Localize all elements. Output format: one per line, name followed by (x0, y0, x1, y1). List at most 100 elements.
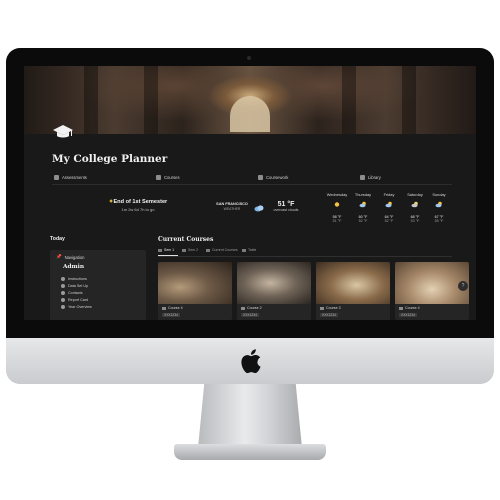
apple-logo-icon (241, 349, 261, 374)
moon-cloud-icon (411, 201, 418, 208)
course-page-icon (162, 306, 166, 310)
forecast-low: 51 °F (332, 219, 342, 223)
course-name: Course 4 (399, 306, 420, 310)
forecast-day-name: Friday (383, 192, 395, 197)
link-label: Report Card (68, 298, 89, 302)
gallery-icon (206, 248, 210, 252)
cloud-sun-icon (385, 201, 392, 208)
semester-countdown-widget: ✦End of 1st Semester 1m 2w 6d 7h to go (98, 199, 178, 212)
tab-current-courses[interactable]: Current Courses (206, 248, 238, 252)
database-icon (61, 284, 65, 288)
link-label: Data Set Up (68, 284, 89, 288)
tab-sem-2[interactable]: Sem 2 (182, 248, 198, 252)
tab-label: Table (248, 248, 257, 252)
course-name: Course 2 (241, 306, 262, 310)
forecast-low: 55 °F (434, 219, 444, 223)
table-icon (242, 248, 246, 252)
course-code-tag: XXX1234 (320, 313, 338, 317)
cloud-sun-icon (359, 201, 366, 208)
forecast-day-name: Wednesday (326, 192, 348, 197)
current-condition: overcast clouds (273, 208, 299, 212)
link-label: Contacts (68, 291, 83, 295)
top-navigation: Assessments Courses Coursework Library (52, 175, 452, 185)
course-name: Course 3 (320, 306, 341, 310)
link-data-set-up[interactable]: Data Set Up (61, 284, 88, 288)
current-courses-section: Current Courses Sem 1 Sem 2 Current Cour… (158, 236, 469, 320)
course-cover-image (158, 262, 232, 304)
link-report-card[interactable]: Report Card (61, 298, 88, 302)
link-label: Instructions (68, 277, 87, 281)
cloud-sun-icon (435, 201, 442, 208)
monitor-stand (198, 384, 302, 448)
navigation-label: Navigation (64, 254, 85, 260)
courses-icon (156, 175, 161, 180)
forecast-low: 53 °F (410, 219, 420, 223)
cover-pillar (84, 66, 98, 134)
forecast-day: Sunday 67 °F 55 °F (426, 192, 452, 223)
cloud-icon (254, 205, 264, 212)
current-weather: 51 °F overcast clouds (268, 201, 304, 212)
calendar-icon (61, 305, 65, 309)
info-icon (61, 277, 65, 281)
tab-label: Sem 2 (188, 248, 199, 252)
current-temp: 51 °F (277, 201, 295, 208)
active-tab-indicator (158, 255, 178, 256)
weather-widget: SAN FRANCISCO WEATHER 51 °F overcast clo… (212, 192, 452, 228)
forecast-low: 52 °F (358, 219, 368, 223)
forecast-day: Friday 64 °F 52 °F (376, 192, 402, 223)
course-name-text: Course 4 (405, 306, 420, 310)
phone-icon (61, 291, 65, 295)
link-year-overview[interactable]: Year Overview (61, 305, 92, 309)
forecast-day-name: Thursday (354, 192, 372, 197)
course-page-icon (320, 306, 324, 310)
nav-item-courses[interactable]: Courses (156, 175, 180, 180)
sun-icon (334, 202, 340, 207)
cover-image (24, 66, 476, 134)
course-cover-image (237, 262, 311, 304)
tab-table[interactable]: Table (242, 248, 256, 252)
course-page-icon (241, 306, 245, 310)
cover-pillar (402, 66, 416, 134)
course-card[interactable]: Course 2 XXX1234 (237, 262, 311, 320)
help-button[interactable]: ? (458, 281, 468, 291)
navigation-toggle[interactable]: 📌 Navigation (56, 254, 84, 260)
course-code-tag: XXX1234 (241, 313, 259, 317)
countdown-remaining: 1m 2w 6d 7h to go (121, 207, 155, 212)
link-instructions[interactable]: Instructions (61, 277, 87, 281)
forecast-day-name: Saturday (407, 192, 423, 197)
nav-item-library[interactable]: Library (360, 175, 381, 180)
nav-item-label: Library (368, 175, 381, 180)
tab-sem-1[interactable]: Sem 1 (158, 248, 174, 252)
nav-item-coursework[interactable]: Coursework (258, 175, 288, 180)
pin-icon: 📌 (56, 254, 62, 259)
weather-city: SAN FRANCISCO (216, 202, 248, 206)
cover-arch-window (230, 96, 270, 132)
countdown-title-text: End of 1st Semester (113, 199, 168, 205)
course-card[interactable]: Course 4 XXX1234 (158, 262, 232, 320)
tab-label: Current Courses (212, 248, 238, 252)
library-icon (360, 175, 365, 180)
nav-item-assessments[interactable]: Assessments (54, 175, 87, 180)
nav-item-label: Courses (164, 175, 180, 180)
coursework-icon (258, 175, 263, 180)
camera-dot (247, 56, 251, 60)
view-tabs: Sem 1 Sem 2 Current Courses Table (158, 248, 452, 257)
link-label: Year Overview (68, 305, 92, 309)
course-page-icon (399, 306, 403, 310)
weather-location: SAN FRANCISCO WEATHER (212, 202, 252, 211)
cover-pillar (342, 66, 356, 134)
report-icon (61, 298, 65, 302)
monitor-base (174, 444, 326, 460)
link-contacts[interactable]: Contacts (61, 291, 83, 295)
today-heading: Today (50, 236, 65, 242)
course-card[interactable]: Course 3 XXX1234 (316, 262, 390, 320)
course-card[interactable]: Course 4 XXX1234 (395, 262, 469, 320)
left-column: Today 📌 Navigation Admin Instructions Da… (50, 236, 146, 320)
divider (52, 184, 452, 185)
course-code-tag: XXX1234 (399, 313, 417, 317)
graduation-cap-icon[interactable] (52, 124, 74, 140)
course-name-text: Course 4 (168, 306, 183, 310)
course-code-tag: XXX1234 (162, 313, 180, 317)
admin-heading: Admin (63, 264, 85, 270)
gallery-icon (158, 248, 162, 252)
